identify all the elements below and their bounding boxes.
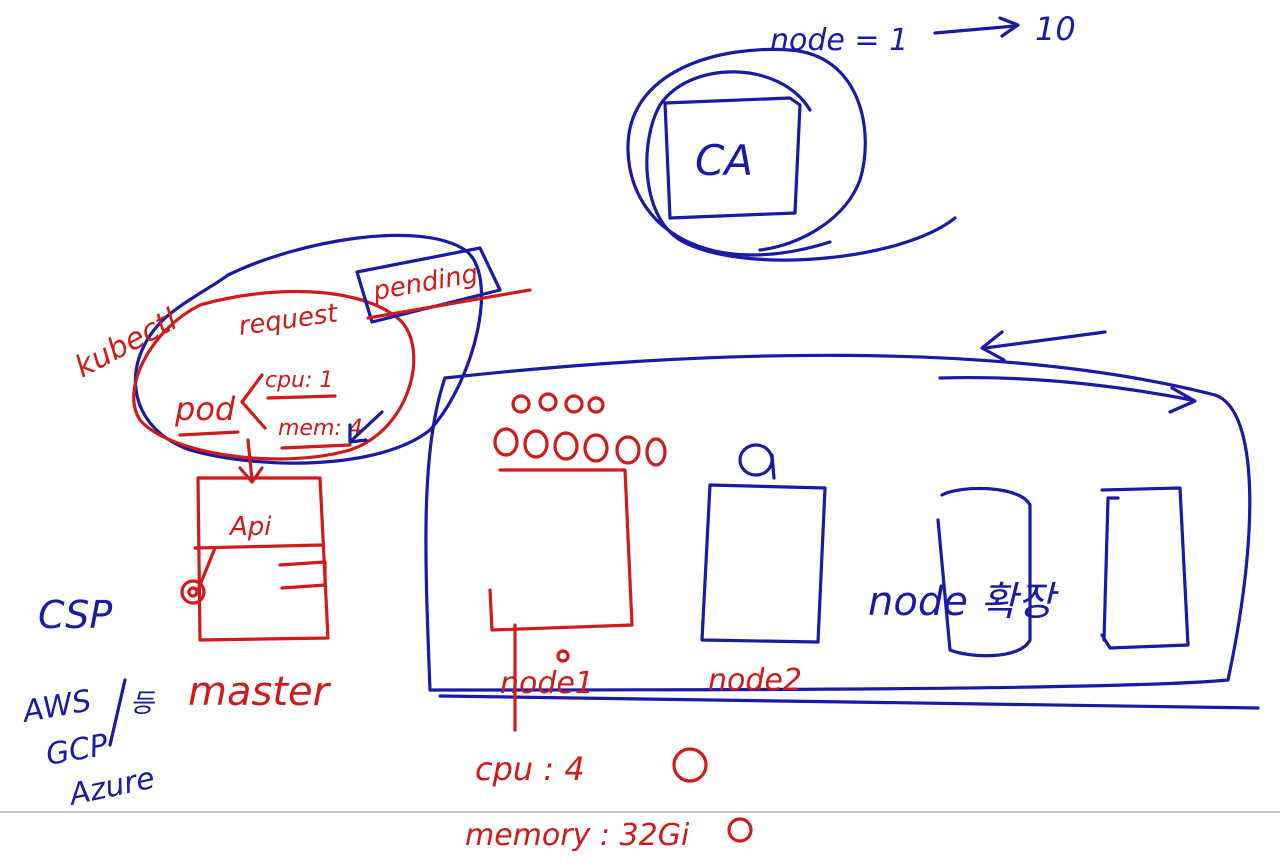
- mem-underline: [280, 443, 352, 450]
- csp-brace: [108, 678, 127, 747]
- csp-provider-gcp: GCP: [43, 727, 111, 772]
- ca-box-label: CA: [695, 136, 753, 185]
- node-1: node1 cpu : 4 memory : 32Gi: [465, 392, 753, 853]
- pod-circle: [645, 437, 667, 467]
- node-1-cpu: cpu : 4: [475, 750, 585, 788]
- node-2-pod: [738, 443, 774, 477]
- pod-brace: [240, 373, 267, 430]
- node-1-pods: [493, 392, 667, 467]
- pod-circle: [538, 392, 558, 412]
- ca-circle-inner: [645, 70, 957, 262]
- ca-node-range-target: 10: [1035, 10, 1076, 48]
- memory-ok-mark: [727, 817, 753, 843]
- api-label: Api: [228, 512, 272, 542]
- whiteboard-canvas: node = 1 10 CA pending kubectl request p…: [0, 10, 1280, 853]
- cluster-boundary: [424, 353, 1252, 692]
- pod-circle: [587, 396, 605, 414]
- added-nodes: node 확장: [868, 486, 1190, 658]
- csp-label: CSP: [38, 593, 112, 637]
- node-1-marker: [556, 649, 570, 663]
- new-node-box-1: [936, 486, 1032, 658]
- pod-cpu-label: cpu: 1: [265, 368, 333, 393]
- csp-suffix: 등: [130, 689, 156, 719]
- cpu-underline: [266, 394, 337, 400]
- pod-circle: [553, 431, 579, 461]
- ca-range-arrow: [933, 16, 1020, 38]
- master-label: master: [188, 669, 332, 715]
- request-group: pending kubectl request pod cpu: 1 mem: …: [69, 233, 532, 484]
- kubectl-label: kubectl: [69, 302, 184, 385]
- pod-circle: [583, 433, 609, 463]
- cluster-group: node1 cpu : 4 memory : 32Gi node2 node 확…: [424, 330, 1260, 853]
- pod-circle: [564, 394, 584, 414]
- master-box: [193, 476, 330, 642]
- request-label: request: [237, 298, 340, 342]
- node-2-pod-tail: [770, 453, 776, 480]
- csp-provider-azure: Azure: [64, 761, 157, 814]
- pod-underline: [178, 430, 240, 437]
- node-scale-label: node 확장: [868, 579, 1059, 625]
- node-2: node2: [700, 443, 827, 698]
- pod-circle: [523, 429, 549, 459]
- node-1-memory: memory : 32Gi: [465, 818, 690, 853]
- cluster-autoscaler-group: node = 1 10 CA: [626, 10, 1076, 262]
- api-connector: [196, 546, 327, 592]
- node-2-label: node2: [708, 663, 802, 698]
- scale-in-arrow: [980, 330, 1107, 362]
- new-node-box-2-left: [1102, 496, 1120, 642]
- pod-circle: [615, 435, 641, 465]
- ca-node-range-label: node = 1: [770, 23, 908, 58]
- node-2-box: [700, 483, 827, 644]
- pod-label: pod: [174, 390, 236, 428]
- master-group: Api CSP master AWS GCP Azure 등: [18, 476, 332, 814]
- new-node-box-2: [1100, 486, 1190, 650]
- cpu-ok-mark: [672, 747, 708, 783]
- pod-circle: [511, 394, 531, 414]
- csp-provider-aws: AWS: [18, 683, 94, 730]
- node-1-box: [488, 468, 634, 632]
- pod-circle: [493, 427, 519, 457]
- master-node-icon-inner: [187, 586, 199, 598]
